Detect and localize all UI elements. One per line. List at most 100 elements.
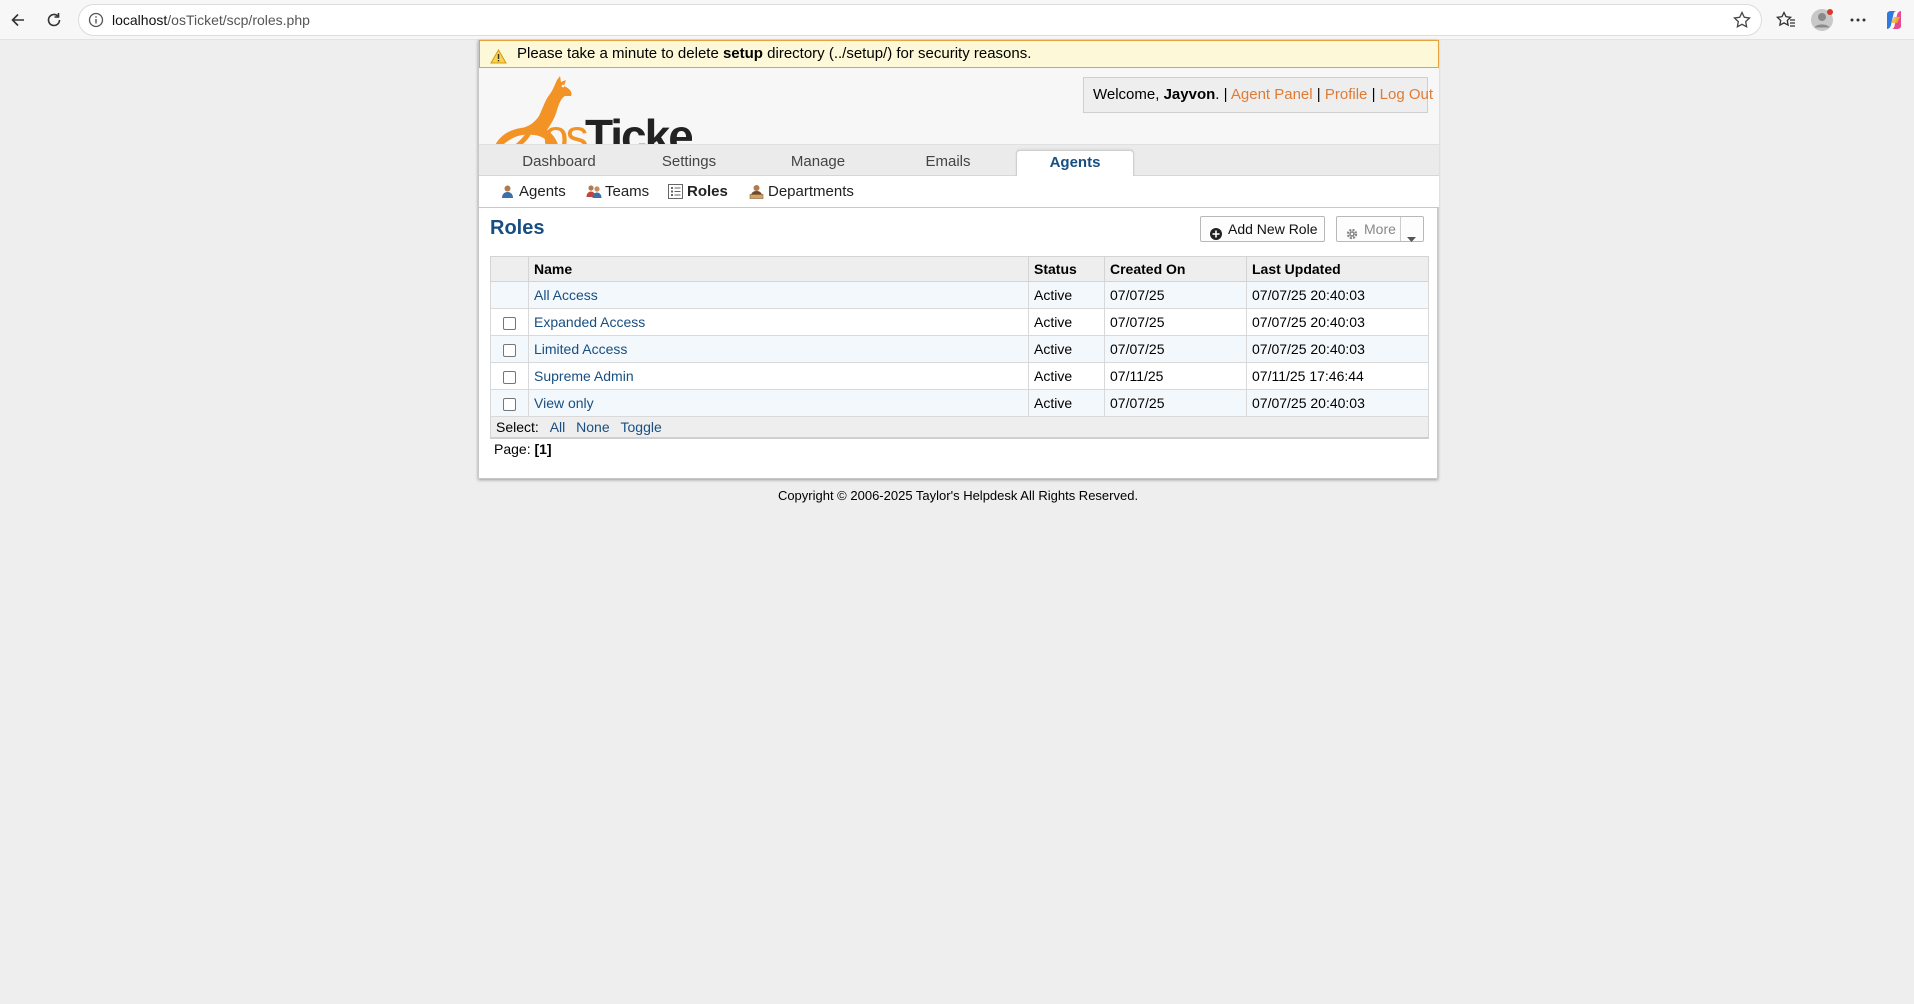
- current-page: [1]: [534, 441, 552, 457]
- address-bar[interactable]: localhost/osTicket/scp/roles.php: [78, 4, 1762, 36]
- favorites-icon[interactable]: [1772, 6, 1800, 34]
- notice-text-suffix: directory (../setup/) for security reaso…: [767, 45, 1032, 62]
- list-icon: [668, 184, 683, 205]
- sub-nav: Agents Teams Roles Departments: [479, 176, 1439, 208]
- browser-toolbar: localhost/osTicket/scp/roles.php: [0, 0, 1914, 40]
- row-checkbox[interactable]: [503, 397, 516, 411]
- column-header-created[interactable]: Created On: [1104, 256, 1247, 282]
- select-column-header: [490, 256, 529, 282]
- column-header-updated[interactable]: Last Updated: [1246, 256, 1429, 282]
- role-updated: 07/07/25 20:40:03: [1246, 335, 1429, 363]
- user-name: Jayvon: [1163, 86, 1216, 103]
- welcome-box: Welcome, Jayvon. | Agent Panel | Profile…: [1083, 77, 1433, 113]
- select-all-link[interactable]: All: [550, 419, 566, 435]
- table-row: Limited Access Active 07/07/25 07/07/25 …: [490, 335, 1429, 363]
- profile-link[interactable]: Profile: [1325, 86, 1368, 103]
- notice-text-prefix: Please take a minute to delete: [517, 45, 719, 62]
- role-status: Active: [1028, 308, 1105, 336]
- row-checkbox-cell: [490, 281, 529, 309]
- role-name-cell: All Access: [528, 281, 1029, 309]
- row-checkbox-cell: [490, 389, 529, 417]
- tab-dashboard[interactable]: Dashboard: [500, 150, 618, 177]
- roles-table: Name Status Created On Last Updated All …: [490, 256, 1429, 439]
- role-name-cell: Supreme Admin: [528, 362, 1029, 390]
- row-checkbox[interactable]: [503, 370, 516, 384]
- add-new-role-button[interactable]: Add New Role: [1200, 216, 1325, 242]
- notice-text-bold: setup: [722, 45, 763, 62]
- role-created: 07/07/25: [1104, 335, 1247, 363]
- select-label: Select:: [496, 418, 539, 435]
- table-row: View only Active 07/07/25 07/07/25 20:40…: [490, 389, 1429, 417]
- role-created: 07/07/25: [1104, 308, 1247, 336]
- role-updated: 07/07/25 20:40:03: [1246, 281, 1429, 309]
- reload-icon[interactable]: [40, 6, 68, 34]
- more-menu-icon[interactable]: [1844, 6, 1872, 34]
- select-toggle-link[interactable]: Toggle: [621, 419, 662, 435]
- subnav-label: Departments: [768, 183, 854, 200]
- agent-panel-link[interactable]: Agent Panel: [1231, 86, 1313, 103]
- url-text: localhost/osTicket/scp/roles.php: [112, 12, 310, 28]
- chevron-down-icon[interactable]: [1407, 226, 1416, 250]
- main-nav: Dashboard Settings Manage Emails Agents: [479, 144, 1439, 177]
- select-controls: Select: All None Toggle: [490, 416, 1429, 439]
- logout-link[interactable]: Log Out: [1380, 86, 1433, 103]
- plus-circle-icon: [1210, 223, 1222, 247]
- table-row: Supreme Admin Active 07/11/25 07/11/25 1…: [490, 362, 1429, 390]
- row-checkbox-cell: [490, 308, 529, 336]
- role-link[interactable]: View only: [534, 395, 594, 411]
- role-status: Active: [1028, 281, 1105, 309]
- pagination: Page: [1]: [494, 441, 552, 457]
- subnav-agents[interactable]: Agents: [500, 182, 570, 202]
- site-info-icon[interactable]: [87, 11, 105, 33]
- button-divider: [1400, 217, 1401, 241]
- agent-icon: [500, 184, 515, 205]
- tab-manage[interactable]: Manage: [759, 150, 877, 177]
- role-status: Active: [1028, 389, 1105, 417]
- role-name-cell: Limited Access: [528, 335, 1029, 363]
- row-checkbox[interactable]: [503, 343, 516, 357]
- role-created: 07/11/25: [1104, 362, 1247, 390]
- profile-avatar-icon[interactable]: [1808, 6, 1836, 34]
- role-link[interactable]: Limited Access: [534, 341, 627, 357]
- page-label: Page:: [494, 441, 531, 457]
- role-link[interactable]: Supreme Admin: [534, 368, 634, 384]
- welcome-separator: . |: [1215, 86, 1228, 103]
- row-checkbox-cell: [490, 335, 529, 363]
- link-separator: |: [1371, 86, 1376, 103]
- subnav-label: Roles: [687, 183, 728, 200]
- back-icon[interactable]: [4, 6, 32, 34]
- role-link[interactable]: All Access: [534, 287, 598, 303]
- role-updated: 07/07/25 20:40:03: [1246, 308, 1429, 336]
- role-created: 07/07/25: [1104, 281, 1247, 309]
- subnav-roles[interactable]: Roles: [668, 182, 738, 202]
- add-new-role-label: Add New Role: [1228, 221, 1318, 237]
- tab-emails[interactable]: Emails: [889, 150, 1007, 177]
- subnav-label: Agents: [519, 183, 566, 200]
- column-header-name[interactable]: Name: [528, 256, 1029, 282]
- role-status: Active: [1028, 335, 1105, 363]
- role-status: Active: [1028, 362, 1105, 390]
- favorite-star-icon[interactable]: [1731, 9, 1753, 35]
- select-footer-row: Select: All None Toggle: [490, 416, 1429, 439]
- role-name-cell: Expanded Access: [528, 308, 1029, 336]
- role-created: 07/07/25: [1104, 389, 1247, 417]
- column-header-status[interactable]: Status: [1028, 256, 1105, 282]
- subnav-teams[interactable]: Teams: [586, 182, 656, 202]
- security-notice: Please take a minute to delete setup dir…: [479, 40, 1439, 68]
- tab-agents[interactable]: Agents: [1016, 150, 1134, 177]
- more-dropdown-button[interactable]: More: [1336, 216, 1424, 242]
- role-link[interactable]: Expanded Access: [534, 314, 645, 330]
- welcome-prefix: Welcome,: [1093, 86, 1160, 103]
- tab-settings[interactable]: Settings: [630, 150, 748, 177]
- role-updated: 07/11/25 17:46:44: [1246, 362, 1429, 390]
- row-checkbox[interactable]: [503, 316, 516, 330]
- select-none-link[interactable]: None: [576, 419, 609, 435]
- department-icon: [749, 184, 764, 205]
- table-header-row: Name Status Created On Last Updated: [490, 256, 1429, 282]
- gear-icon: [1346, 223, 1358, 247]
- subnav-label: Teams: [605, 183, 650, 200]
- subnav-departments[interactable]: Departments: [749, 182, 859, 202]
- footer-copyright: Copyright © 2006-2025 Taylor's Helpdesk …: [777, 488, 1139, 503]
- role-name-cell: View only: [528, 389, 1029, 417]
- copilot-icon[interactable]: [1880, 6, 1908, 34]
